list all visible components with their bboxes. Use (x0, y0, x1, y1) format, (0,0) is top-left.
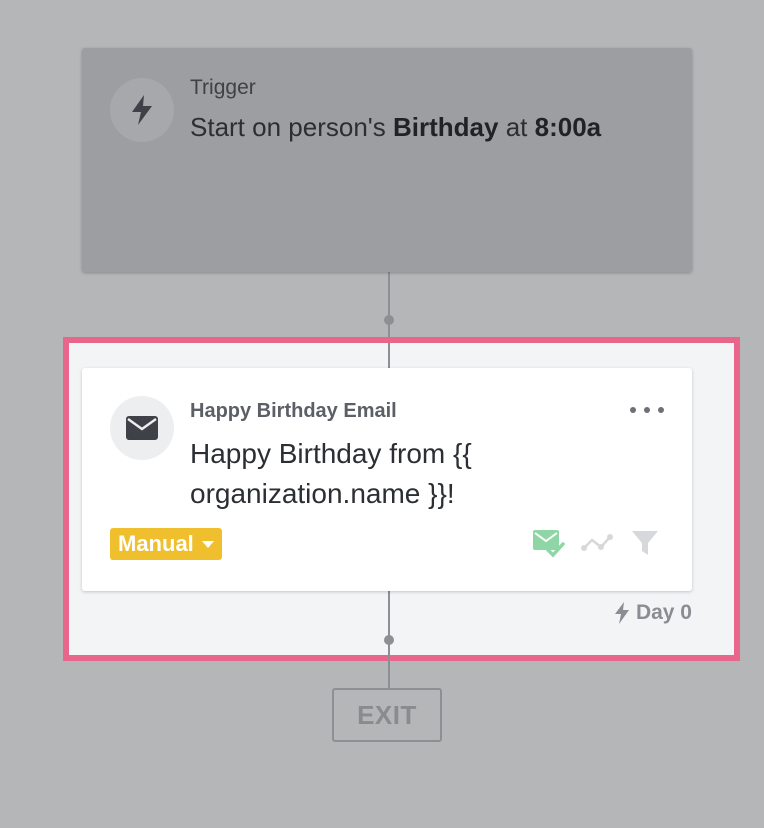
step-delay-label: Day 0 (614, 601, 692, 625)
lightning-bolt-icon (614, 602, 629, 624)
filter-icon[interactable] (628, 526, 662, 560)
more-dots-icon (630, 407, 636, 413)
email-step-title: Happy Birthday Email (190, 400, 397, 422)
send-mode-label: Manual (118, 531, 194, 556)
trigger-description: Start on person's Birthday at 8:00a (190, 112, 601, 143)
email-subject: Happy Birthday from {{ organization.name… (190, 438, 472, 509)
more-dots-icon (658, 407, 664, 413)
trigger-label: Trigger (190, 76, 256, 99)
connector-path-icon[interactable] (580, 526, 614, 560)
caret-down-icon (201, 540, 214, 548)
email-check-icon[interactable] (532, 526, 566, 560)
trigger-desc-prefix: Start on person's (190, 112, 386, 142)
step-status-icons (532, 526, 662, 560)
lightning-bolt-icon (110, 78, 174, 142)
trigger-time: 8:00a (534, 112, 602, 142)
connector-line-mid (388, 343, 390, 368)
email-step-card[interactable]: Happy Birthday Email Happy Birthday from… (82, 368, 692, 591)
more-dots-icon (644, 407, 650, 413)
connector-node-top[interactable] (384, 315, 394, 325)
send-mode-dropdown[interactable]: Manual (110, 528, 222, 560)
envelope-icon (110, 396, 174, 460)
exit-node: EXIT (332, 688, 442, 742)
delay-text: Day 0 (635, 601, 692, 624)
trigger-card[interactable]: Trigger Start on person's Birthday at 8:… (82, 48, 692, 272)
connector-node-bottom[interactable] (384, 635, 394, 645)
more-options-button[interactable] (630, 398, 664, 422)
trigger-field: Birthday (392, 112, 499, 142)
trigger-desc-mid: at (505, 112, 528, 142)
